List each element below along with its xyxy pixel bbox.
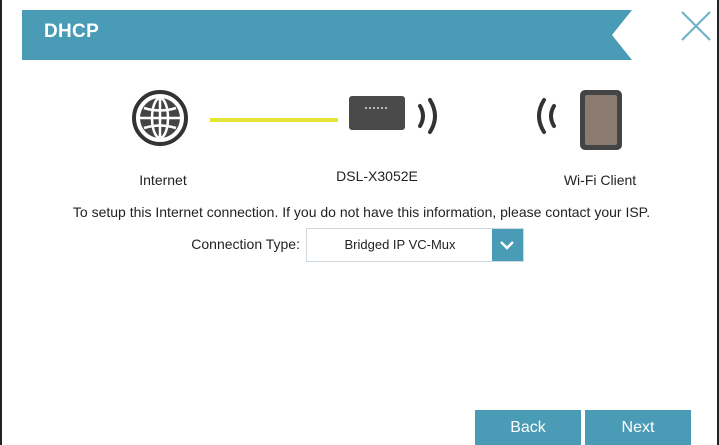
- dhcp-dialog: DHCP Internet DSL-X3052E Wi-Fi Client To…: [0, 0, 719, 445]
- dropdown-toggle[interactable]: [492, 229, 523, 261]
- next-button[interactable]: Next: [585, 410, 691, 445]
- chevron-down-icon: [500, 241, 514, 250]
- tablet-icon: [580, 90, 622, 150]
- network-diagram: Internet DSL-X3052E Wi-Fi Client: [2, 80, 719, 190]
- client-label: Wi-Fi Client: [563, 172, 637, 188]
- dialog-title: DHCP: [44, 21, 100, 42]
- connection-type-select[interactable]: Bridged IP VC-Mux: [306, 228, 524, 262]
- back-button[interactable]: Back: [475, 410, 581, 445]
- title-bar-ribbon: [22, 10, 632, 60]
- device-label: DSL-X3052E: [336, 168, 418, 184]
- intro-text: To setup this Internet connection. If yo…: [72, 204, 651, 220]
- connection-type-value: Bridged IP VC-Mux: [344, 237, 456, 252]
- router-icon: [349, 96, 405, 130]
- internet-label: Internet: [139, 172, 187, 188]
- connection-type-label: Connection Type:: [191, 236, 300, 252]
- close-icon[interactable]: [678, 8, 714, 44]
- globe-icon: [132, 90, 188, 146]
- title-bar: DHCP: [22, 10, 632, 60]
- client-signal-icon: [537, 98, 556, 134]
- wifi-signal-icon: [418, 98, 437, 134]
- connection-line: [210, 118, 338, 122]
